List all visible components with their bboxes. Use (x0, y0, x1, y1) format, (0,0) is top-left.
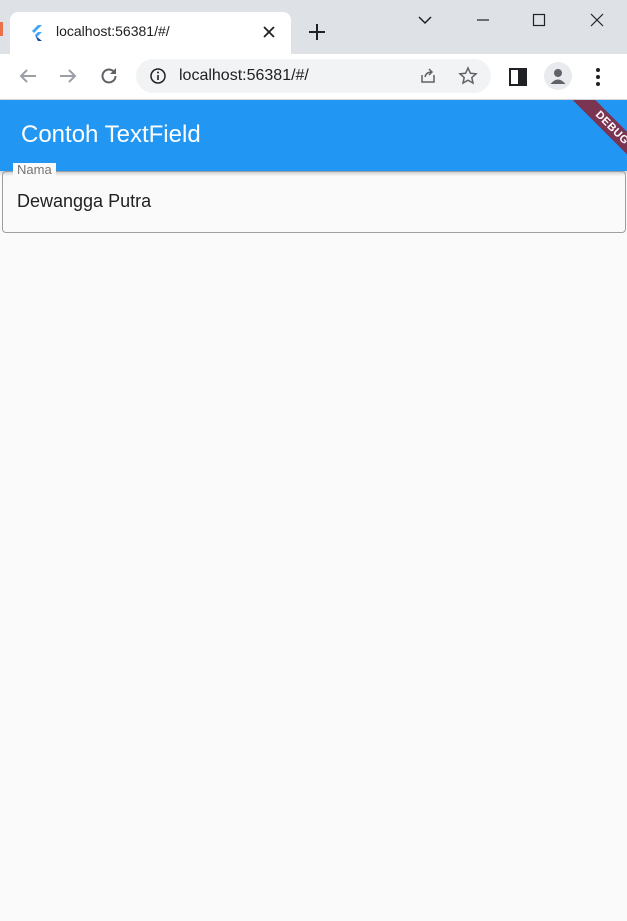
debug-banner: DEBUG (563, 100, 627, 171)
person-icon (550, 69, 566, 84)
app-bar: Contoh TextField DEBUG (0, 100, 627, 171)
url-text: localhost:56381/#/ (179, 67, 309, 84)
address-bar[interactable]: localhost:56381/#/ (136, 59, 491, 93)
name-field-label: Nama (13, 163, 56, 177)
back-icon[interactable] (16, 64, 40, 88)
browser-toolbar: localhost:56381/#/ (0, 54, 627, 100)
share-icon[interactable] (418, 66, 438, 86)
site-info-icon[interactable] (149, 67, 167, 85)
maximize-icon[interactable] (527, 8, 551, 32)
tab-title: localhost:56381/#/ (56, 23, 170, 39)
side-panel-icon[interactable] (506, 65, 530, 89)
app-bar-title: Contoh TextField (21, 121, 201, 148)
name-textfield[interactable]: Nama Dewangga Putra (2, 163, 626, 233)
profile-avatar[interactable] (544, 62, 572, 90)
minimize-icon[interactable] (471, 8, 495, 32)
close-tab-icon[interactable] (260, 23, 278, 41)
browser-tab[interactable]: localhost:56381/#/ (10, 12, 291, 54)
name-field-value[interactable]: Dewangga Putra (17, 191, 151, 212)
more-menu-icon[interactable] (586, 65, 610, 89)
browser-window: localhost:56381/#/ localhost:56381/#/ Co… (0, 0, 627, 921)
reload-icon[interactable] (97, 64, 121, 88)
tab-search-icon[interactable] (413, 8, 437, 32)
tab-strip: localhost:56381/#/ (0, 0, 627, 54)
flutter-icon (32, 25, 42, 41)
forward-icon[interactable] (56, 64, 80, 88)
bookmark-star-icon[interactable] (458, 66, 478, 86)
window-edge-mark (0, 22, 3, 36)
new-tab-icon[interactable] (306, 21, 328, 43)
close-window-icon[interactable] (585, 8, 609, 32)
